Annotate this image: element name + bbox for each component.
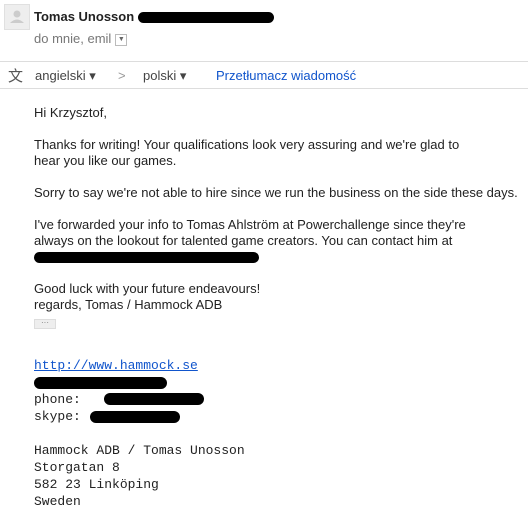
paragraph: Sorry to say we're not able to hire sinc… — [34, 185, 518, 200]
paragraph: I've forwarded your info to Tomas Ahlstr… — [34, 217, 466, 248]
source-language-select[interactable]: angielski ▾ — [35, 68, 96, 84]
show-trimmed-content-button[interactable]: ··· — [34, 319, 56, 329]
redacted-email — [138, 12, 274, 23]
user-icon — [10, 10, 24, 23]
redacted-email — [34, 252, 259, 263]
greeting: Hi Krzysztof, — [34, 105, 107, 120]
redacted-email — [34, 377, 167, 389]
regards: regards, Tomas / Hammock ADB — [34, 297, 223, 312]
translate-icon: 文 — [8, 68, 24, 85]
company: Hammock ADB / Tomas Unosson — [34, 443, 245, 458]
translate-bar: 文 angielski ▾ > polski ▾ Przetłumacz wia… — [0, 61, 528, 89]
closing: Good luck with your future endeavours! — [34, 281, 261, 296]
message-body: Hi Krzysztof, Thanks for writing! Your q… — [34, 105, 518, 329]
recipients: do mnie, emil ▼ — [34, 31, 128, 46]
redacted-skype — [90, 411, 180, 423]
sender-name[interactable]: Tomas Unosson — [34, 9, 134, 24]
city: 582 23 Linköping — [34, 477, 159, 492]
arrow-right-icon: > — [118, 68, 126, 83]
website-link[interactable]: http://www.hammock.se — [34, 357, 198, 374]
avatar — [4, 4, 30, 30]
target-language-select[interactable]: polski ▾ — [143, 68, 186, 84]
chevron-down-icon[interactable]: ▼ — [115, 33, 128, 46]
country: Sweden — [34, 494, 81, 509]
skype-label: skype: — [34, 409, 81, 424]
phone-label: phone: — [34, 392, 81, 407]
redacted-phone[interactable] — [104, 393, 204, 405]
street: Storgatan 8 — [34, 460, 120, 475]
translate-message-link[interactable]: Przetłumacz wiadomość — [216, 68, 356, 83]
paragraph: Thanks for writing! Your qualifications … — [34, 137, 460, 168]
